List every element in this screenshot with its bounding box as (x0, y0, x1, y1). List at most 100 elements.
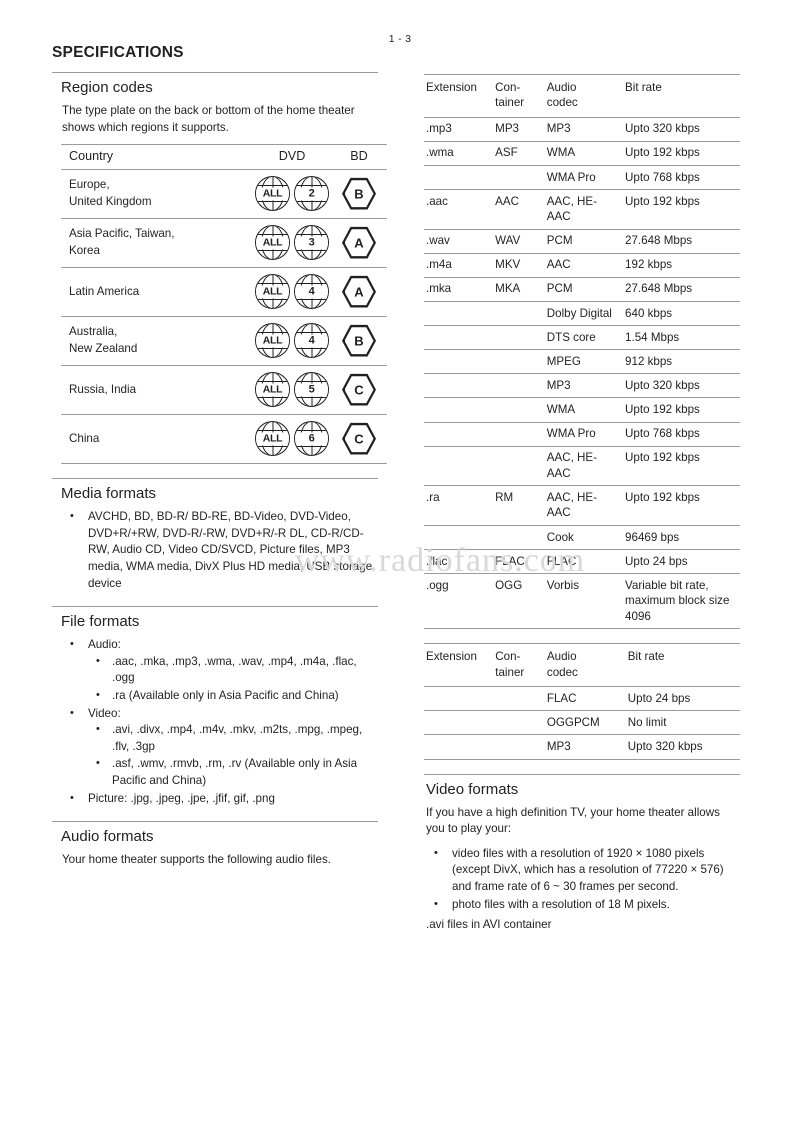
cell-bit-rate: Upto 192 kbps (623, 485, 740, 526)
dvd-region-label: ALL (256, 285, 289, 299)
column-header-bd: BD (331, 144, 387, 171)
cell-bit-rate: Upto 320 kbps (623, 117, 740, 142)
cell-audio-codec: DTS core (544, 325, 624, 351)
cell-bit-rate: Upto 768 kbps (623, 422, 740, 447)
list-item: .aac, .mka, .mp3, .wma, .wav, .mp4, .m4a… (88, 653, 378, 687)
cell-audio-codec: WMA (544, 141, 624, 167)
cell-container (493, 165, 545, 191)
section-heading-video-formats: Video formats (424, 773, 740, 805)
region-country: China (61, 414, 253, 465)
cell-container (493, 349, 545, 375)
table-row: Latin America ALL 4 A (61, 267, 387, 318)
hexagon-icon: B (342, 177, 376, 210)
cell-bit-rate: Upto 24 bps (623, 549, 740, 575)
region-country: Latin America (61, 267, 253, 318)
cell-bit-rate: 27.648 Mbps (623, 277, 740, 303)
dvd-region-label: ALL (256, 334, 289, 348)
file-formats-video-items: .avi, .divx, .mp4, .m4v, .mkv, .m2ts, .m… (88, 721, 378, 789)
video-formats-list: video files with a resolution of 1920 × … (424, 845, 740, 914)
region-country: Russia, India (61, 365, 253, 416)
cell-container (493, 301, 545, 327)
cell-bit-rate: Upto 192 kbps (623, 189, 740, 230)
cell-container: FLAC (493, 549, 545, 575)
cell-bit-rate: 96469 bps (623, 525, 740, 551)
section-heading-audio-formats: Audio formats (52, 821, 378, 852)
table-row: .mp3 MP3 MP3 Upto 320 kbps (424, 117, 740, 142)
cell-audio-codec: MP3 (544, 117, 624, 142)
cell-container (493, 325, 545, 351)
cell-extension (424, 422, 494, 447)
table-row: OGGPCM No limit (424, 710, 740, 736)
cell-audio-codec: AAC, HE-AAC (544, 485, 624, 526)
dvd-region-label: 3 (295, 236, 328, 250)
hexagon-icon: B (342, 324, 376, 357)
cell-extension: .mp3 (424, 117, 494, 142)
hexagon-icon: C (342, 373, 376, 406)
cell-audio-codec: PCM (544, 277, 624, 303)
column-header-bit-rate: Bit rate (623, 74, 740, 118)
cell-audio-codec: AAC (544, 253, 624, 278)
bd-region-label: C (354, 382, 364, 398)
cell-bit-rate: Upto 192 kbps (623, 446, 740, 487)
bd-region-label: C (354, 431, 364, 447)
bd-region-icon: C (331, 414, 387, 465)
table-row: .m4a MKV AAC 192 kbps (424, 253, 740, 278)
cell-bit-rate: Upto 320 kbps (623, 373, 740, 399)
region-codes-intro: The type plate on the back or bottom of … (62, 104, 355, 134)
bd-region-icon: A (331, 267, 387, 318)
cell-extension (424, 373, 494, 399)
table-row: MPEG 912 kbps (424, 349, 740, 375)
globe-icon: 4 (294, 323, 329, 359)
cell-extension: .ogg (424, 573, 494, 630)
dvd-region-icons: ALL 4 (253, 267, 331, 318)
dvd-region-icons: ALL 4 (253, 316, 331, 367)
audio-formats-table-1: Extension Con-tainer Audio codec Bit rate… (424, 74, 740, 630)
column-header-container: Con-tainer (493, 74, 545, 118)
region-country: Australia, New Zealand (61, 316, 253, 367)
cell-extension (424, 525, 494, 551)
table-row: .mka MKA PCM 27.648 Mbps (424, 277, 740, 303)
cell-bit-rate: 27.648 Mbps (623, 229, 740, 254)
table-row: .wma ASF WMA Upto 192 kbps (424, 141, 740, 167)
cell-bit-rate: Upto 320 kbps (625, 734, 740, 760)
bd-region-label: A (354, 235, 364, 251)
cell-container (493, 686, 545, 712)
cell-extension: .wma (424, 141, 494, 167)
table-row: WMA Upto 192 kbps (424, 397, 740, 423)
bd-region-icon: A (331, 218, 387, 269)
cell-audio-codec: OGGPCM (544, 710, 626, 736)
globe-icon: ALL (255, 323, 290, 359)
cell-extension (424, 734, 494, 760)
audio-formats-intro: Your home theater supports the following… (62, 853, 331, 867)
globe-icon: ALL (255, 421, 290, 457)
list-item: .avi, .divx, .mp4, .m4v, .mkv, .m2ts, .m… (88, 721, 378, 755)
right-column: Extension Con-tainer Audio codec Bit rate… (424, 74, 740, 942)
section-heading-region-codes: Region codes (52, 72, 378, 103)
dvd-region-label: ALL (256, 187, 289, 201)
dvd-region-label: ALL (256, 383, 289, 397)
table-row: .aac AAC AAC, HE-AAC Upto 192 kbps (424, 189, 740, 230)
cell-container (493, 397, 545, 423)
column-header-audio-codec: Audio codec (544, 643, 626, 688)
globe-icon: 5 (294, 372, 329, 408)
globe-icon: 4 (294, 274, 329, 310)
column-header-extension: Extension (424, 74, 494, 118)
cell-extension (424, 301, 494, 327)
cell-extension (424, 325, 494, 351)
cell-extension: .m4a (424, 253, 494, 278)
cell-audio-codec: Dolby Digital (544, 301, 624, 327)
cell-extension (424, 349, 494, 375)
table-row: Dolby Digital 640 kbps (424, 301, 740, 327)
page-title: SPECIFICATIONS (52, 44, 184, 61)
dvd-region-label: 4 (295, 334, 328, 348)
list-item: photo files with a resolution of 18 M pi… (426, 896, 740, 914)
cell-audio-codec: AAC, HE-AAC (544, 446, 624, 487)
cell-bit-rate: Upto 24 bps (625, 686, 740, 712)
column-header-container: Con-tainer (493, 643, 545, 688)
cell-audio-codec: Cook (544, 525, 624, 551)
section-heading-file-formats: File formats (52, 606, 378, 637)
file-formats-audio-label: Audio: (88, 638, 121, 652)
dvd-region-label: 2 (295, 187, 328, 201)
cell-container (493, 734, 545, 760)
cell-container: MP3 (493, 117, 545, 142)
